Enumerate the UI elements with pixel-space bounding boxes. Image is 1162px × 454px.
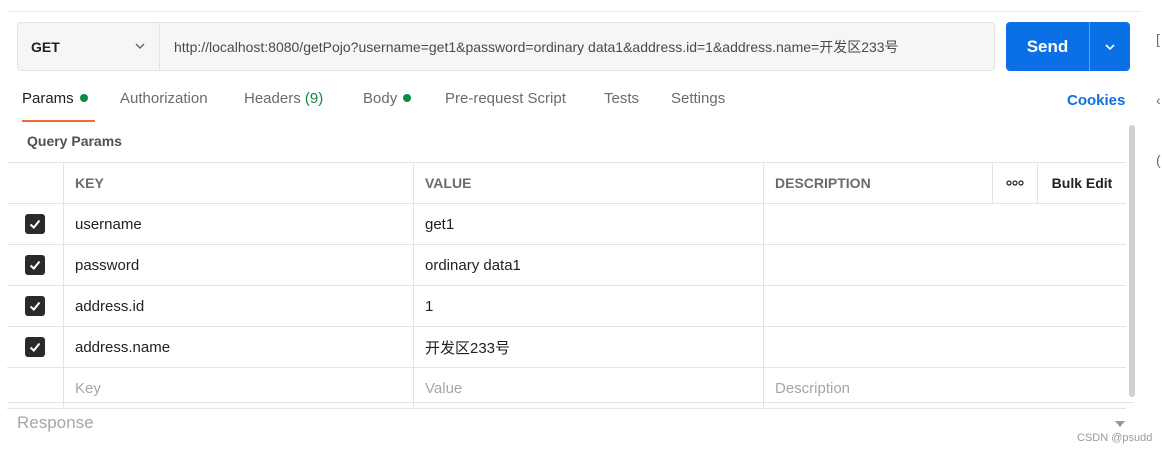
checkmark-icon <box>29 260 41 270</box>
row-checkbox-cell <box>7 245 63 285</box>
tab-params[interactable]: Params <box>22 90 95 122</box>
param-description[interactable] <box>763 327 992 367</box>
send-button[interactable]: Send <box>1006 22 1090 71</box>
top-strip <box>0 0 1162 12</box>
checkmark-icon <box>29 219 41 229</box>
tab-label: Body <box>363 90 398 107</box>
row-checkbox-cell <box>7 204 63 244</box>
sidebar-angle-icon[interactable]: ‹ <box>1156 92 1161 108</box>
param-value[interactable]: 1 <box>413 286 763 326</box>
tab-label: Settings <box>671 90 726 107</box>
sidebar-bracket-icon[interactable]: [ <box>1156 31 1160 47</box>
request-url-bar: GET http://localhost:8080/getPojo?userna… <box>17 22 995 71</box>
param-key[interactable]: username <box>63 204 413 244</box>
param-description[interactable] <box>763 204 992 244</box>
caret-down-icon[interactable] <box>1114 420 1126 428</box>
body-status-dot <box>403 94 412 102</box>
checkmark-icon <box>29 301 41 311</box>
tab-tests[interactable]: Tests <box>604 90 639 122</box>
cookies-link[interactable]: Cookies <box>1067 92 1125 109</box>
param-key[interactable]: address.name <box>63 327 413 367</box>
param-key[interactable]: address.id <box>63 286 413 326</box>
bulk-edit-button[interactable]: Bulk Edit <box>1037 163 1126 203</box>
row-checkbox[interactable] <box>25 337 45 357</box>
vertical-scrollbar[interactable] <box>1129 125 1135 397</box>
more-options-button[interactable] <box>992 163 1037 203</box>
param-value[interactable]: ordinary data1 <box>413 245 763 285</box>
response-panel <box>7 402 1134 454</box>
send-button-group: Send <box>1006 22 1130 71</box>
row-checkbox-cell <box>7 327 63 367</box>
tab-settings[interactable]: Settings <box>671 90 725 122</box>
query-params-title: Query Params <box>27 133 122 149</box>
param-value[interactable]: 开发区233号 <box>413 327 763 367</box>
tab-label: Headers <box>244 90 301 107</box>
ellipsis-icon <box>1006 180 1024 186</box>
tab-headers[interactable]: Headers (9) <box>244 90 323 122</box>
tab-label: Params <box>22 90 74 107</box>
param-description[interactable] <box>763 245 992 285</box>
table-row: address.id 1 <box>7 286 1126 327</box>
url-input[interactable]: http://localhost:8080/getPojo?username=g… <box>160 23 994 70</box>
params-table: KEY VALUE DESCRIPTION Bulk Edit username… <box>7 162 1126 409</box>
chevron-down-icon <box>135 43 145 50</box>
tab-authorization[interactable]: Authorization <box>120 90 208 122</box>
sidebar-paren-icon[interactable]: ( <box>1156 152 1161 168</box>
tab-body[interactable]: Body <box>363 90 412 122</box>
table-header-row: KEY VALUE DESCRIPTION Bulk Edit <box>7 163 1126 204</box>
checkmark-icon <box>29 342 41 352</box>
table-row: password ordinary data1 <box>7 245 1126 286</box>
param-description[interactable] <box>763 286 992 326</box>
table-row: username get1 <box>7 204 1126 245</box>
watermark: CSDN @psudd <box>1077 432 1153 444</box>
tab-pre-request-script[interactable]: Pre-request Script <box>445 90 566 122</box>
header-checkbox-cell <box>7 163 63 203</box>
param-value[interactable]: get1 <box>413 204 763 244</box>
row-checkbox[interactable] <box>25 214 45 234</box>
row-checkbox[interactable] <box>25 255 45 275</box>
send-options-button[interactable] <box>1090 22 1130 71</box>
header-description: DESCRIPTION <box>763 163 992 203</box>
param-key[interactable]: password <box>63 245 413 285</box>
chevron-down-icon <box>1105 43 1115 50</box>
params-status-dot <box>79 94 88 102</box>
row-checkbox[interactable] <box>25 296 45 316</box>
response-title[interactable]: Response <box>17 413 94 433</box>
method-label: GET <box>31 38 60 55</box>
header-value: VALUE <box>413 163 763 203</box>
tab-label: Authorization <box>120 90 208 107</box>
tab-label: Tests <box>604 90 640 107</box>
header-key: KEY <box>63 163 413 203</box>
row-checkbox-cell <box>7 286 63 326</box>
headers-count: (9) <box>304 90 324 107</box>
tab-label: Pre-request Script <box>445 90 566 107</box>
table-row: address.name 开发区233号 <box>7 327 1126 368</box>
method-select[interactable]: GET <box>18 23 160 70</box>
